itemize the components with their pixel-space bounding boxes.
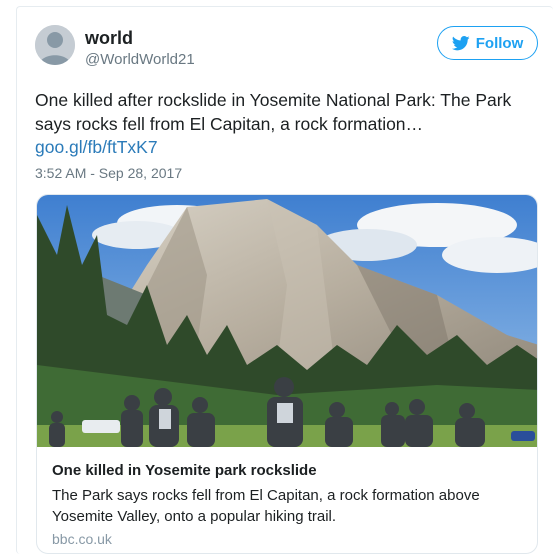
twitter-bird-icon bbox=[451, 35, 470, 50]
tweet-timestamp[interactable]: 3:52 AM - Sep 28, 2017 bbox=[35, 164, 182, 182]
tweet-text: One killed after rockslide in Yosemite N… bbox=[35, 90, 512, 134]
card-title[interactable]: One killed in Yosemite park rockslide bbox=[52, 461, 317, 481]
user-handle[interactable]: @WorldWorld21 bbox=[85, 51, 195, 69]
card-description: The Park says rocks fell from El Capitan… bbox=[52, 487, 480, 525]
el-capitan-photo bbox=[37, 195, 537, 447]
follow-label: Follow bbox=[475, 34, 524, 52]
tweet-link[interactable]: goo.gl/fb/ftTxK7 bbox=[35, 135, 158, 159]
card-domain: bbc.co.uk bbox=[52, 531, 112, 547]
avatar[interactable] bbox=[35, 25, 75, 65]
default-profile-icon bbox=[35, 25, 75, 65]
link-card[interactable]: One killed in Yosemite park rockslide Th… bbox=[36, 194, 538, 554]
follow-button[interactable]: Follow bbox=[437, 26, 538, 60]
user-name[interactable]: world bbox=[85, 28, 133, 48]
card-image bbox=[37, 195, 537, 447]
